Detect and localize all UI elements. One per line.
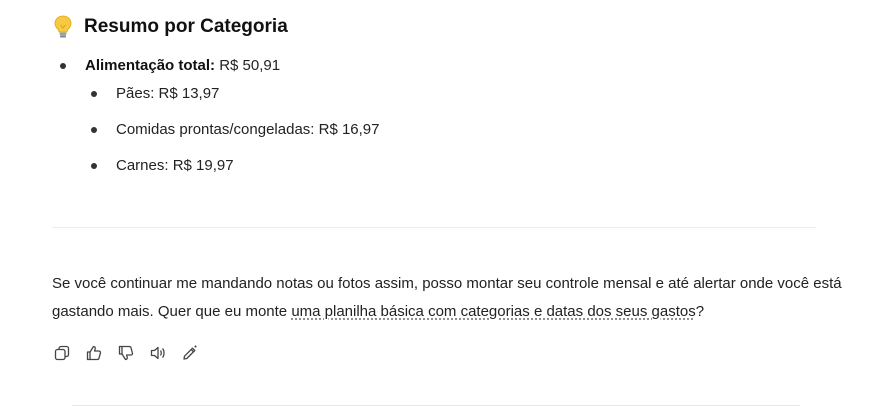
edit-response-button[interactable]: [180, 343, 200, 363]
lightbulb-icon: [52, 14, 74, 40]
divider: [52, 227, 816, 228]
total-value: R$ 50,91: [215, 57, 281, 74]
read-aloud-button[interactable]: [148, 343, 168, 363]
section-heading: Resumo por Categoria: [52, 14, 288, 40]
list-item: Pães: R$ 13,97: [52, 78, 380, 114]
bullet-icon: [91, 163, 97, 169]
message-text-end: ?: [695, 303, 705, 320]
list-item-text: Pães: R$ 13,97: [116, 85, 220, 102]
bullet-icon: [91, 127, 97, 133]
edit-wand-icon: [183, 345, 197, 360]
list-item-total: Alimentação total: R$ 50,91: [52, 50, 380, 78]
speaker-icon: [150, 346, 165, 360]
list-item: Comidas prontas/congeladas: R$ 16,97: [52, 114, 380, 150]
total-label: Alimentação total:: [85, 57, 216, 74]
composer-edge: [72, 405, 800, 406]
message-actions: [52, 343, 200, 363]
message-paragraph: Se você continuar me mandando notas ou f…: [52, 270, 842, 326]
copy-icon: [54, 345, 70, 361]
list-item-text: Carnes: R$ 19,97: [116, 157, 234, 174]
bullet-icon: [91, 91, 97, 97]
thumbs-down-button[interactable]: [116, 343, 136, 363]
thumbs-up-button[interactable]: [84, 343, 104, 363]
list-item-text: Comidas prontas/congeladas: R$ 16,97: [116, 121, 380, 138]
list-item: Carnes: R$ 19,97: [52, 150, 380, 186]
section-title: Resumo por Categoria: [84, 16, 288, 37]
copy-button[interactable]: [52, 343, 72, 363]
suggestion-link[interactable]: uma planilha básica com categorias e dat…: [291, 303, 695, 320]
chat-response: Resumo por Categoria Alimentação total: …: [0, 0, 894, 408]
thumbs-down-icon: [118, 345, 134, 361]
thumbs-up-icon: [86, 345, 102, 361]
category-summary-list: Alimentação total: R$ 50,91 Pães: R$ 13,…: [52, 50, 380, 186]
bullet-icon: [60, 63, 66, 69]
